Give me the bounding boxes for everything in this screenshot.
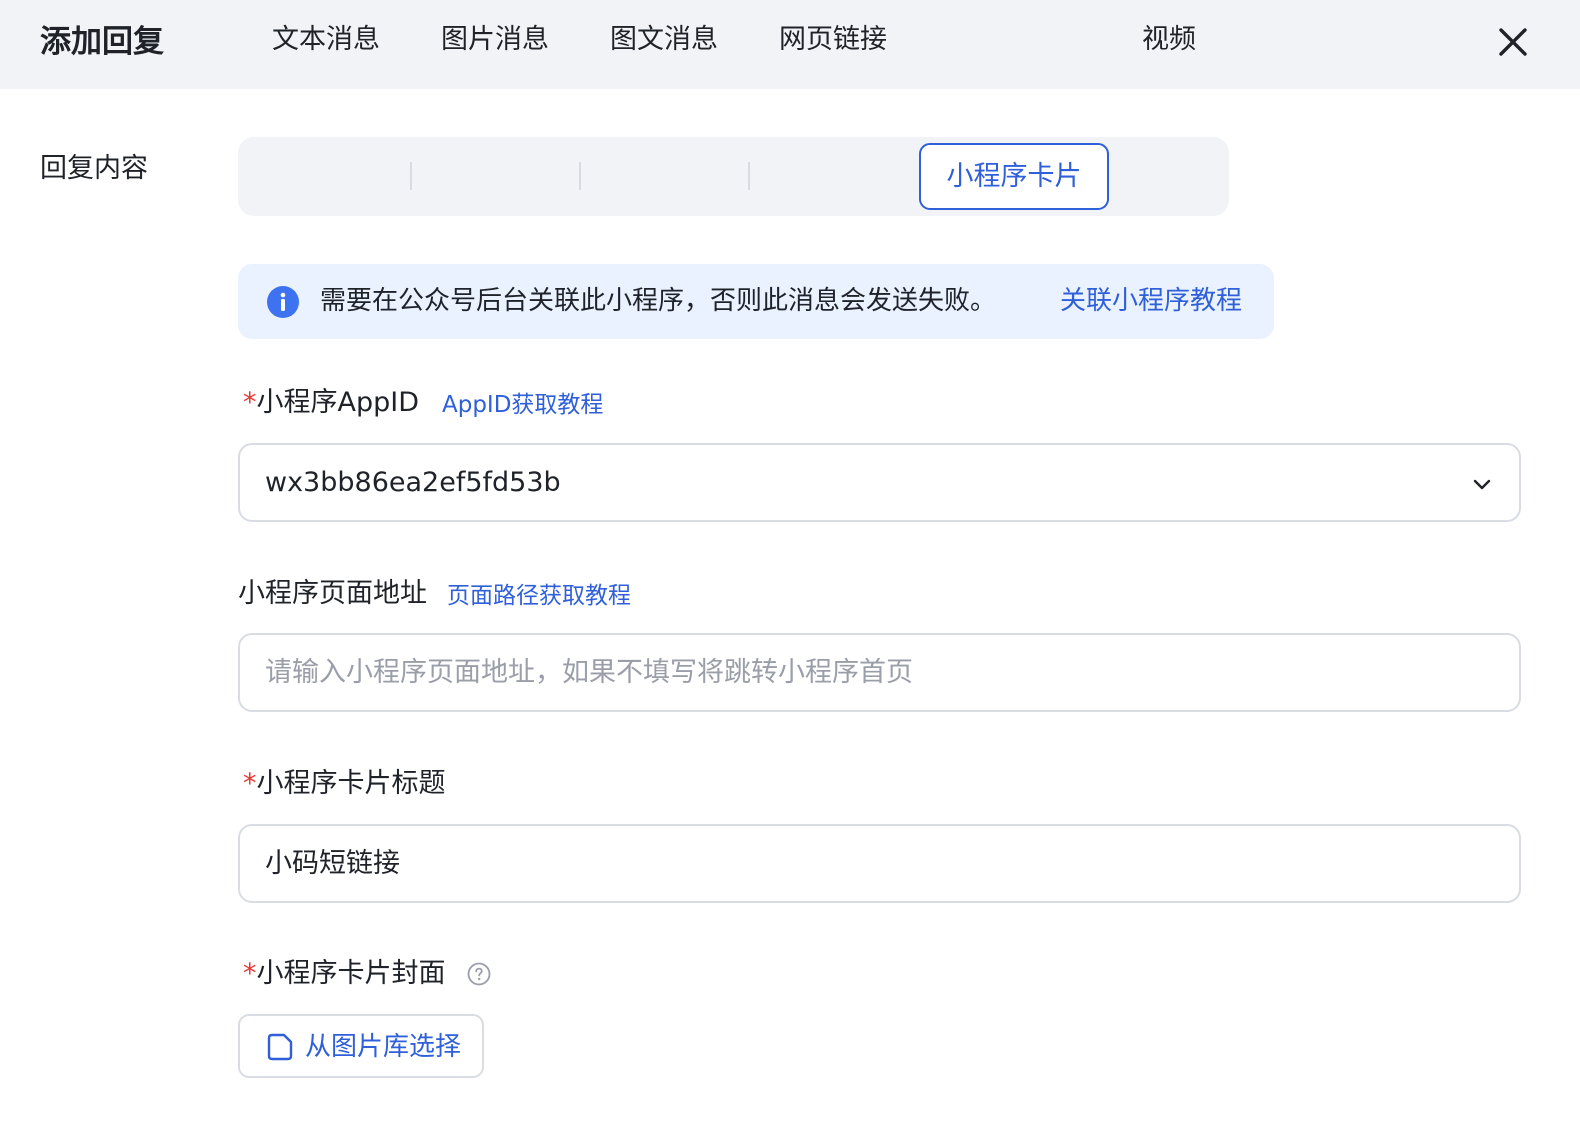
reply-content-label: 回复内容	[40, 153, 148, 184]
required-mark: *	[243, 768, 257, 799]
required-mark: *	[243, 387, 257, 418]
appid-select[interactable]: wx3bb86ea2ef5fd53b	[238, 443, 1521, 522]
card-title-input[interactable]: 小码短链接	[238, 824, 1521, 903]
card-title-label: *小程序卡片标题	[243, 765, 446, 803]
dialog-title: 添加回复	[40, 24, 164, 60]
mini-program-tutorial-link[interactable]: 关联小程序教程	[1060, 282, 1242, 320]
card-title-label-text: 小程序卡片标题	[256, 768, 446, 799]
tab-mini-program-card[interactable]: 小程序卡片	[919, 143, 1109, 210]
tab-divider	[748, 162, 750, 190]
page-path-input[interactable]: 请输入小程序页面地址，如果不填写将跳转小程序首页	[238, 633, 1521, 712]
chevron-down-icon	[1471, 473, 1493, 495]
info-icon	[266, 285, 300, 319]
tab-text-message[interactable]: 文本消息	[254, 6, 398, 73]
tab-video[interactable]: 视频	[1122, 6, 1216, 73]
appid-label-text: 小程序AppID	[256, 387, 420, 418]
notice-text: 需要在公众号后台关联此小程序，否则此消息会发送失败。	[320, 286, 997, 316]
tab-divider	[579, 162, 581, 190]
page-path-placeholder: 请输入小程序页面地址，如果不填写将跳转小程序首页	[265, 657, 913, 688]
tab-article-message[interactable]: 图文消息	[592, 6, 736, 73]
card-cover-label-text: 小程序卡片封面	[256, 958, 446, 989]
select-from-library-label: 从图片库选择	[305, 1032, 462, 1062]
page-path-tutorial-link[interactable]: 页面路径获取教程	[447, 577, 631, 615]
image-library-icon	[265, 1032, 295, 1062]
tab-divider	[410, 162, 412, 190]
question-circle-icon[interactable]	[467, 962, 491, 986]
card-cover-label: *小程序卡片封面	[243, 955, 446, 993]
page-path-label: 小程序页面地址	[238, 578, 427, 609]
select-from-library-button[interactable]: 从图片库选择	[238, 1014, 484, 1078]
notice-banner: 需要在公众号后台关联此小程序，否则此消息会发送失败。 关联小程序教程	[238, 264, 1274, 339]
appid-select-value: wx3bb86ea2ef5fd53b	[265, 467, 561, 498]
tab-image-message[interactable]: 图片消息	[423, 6, 567, 73]
required-mark: *	[243, 958, 257, 989]
card-title-value: 小码短链接	[265, 848, 400, 879]
tab-web-link[interactable]: 网页链接	[761, 6, 905, 73]
appid-label: *小程序AppID	[243, 384, 419, 422]
close-icon[interactable]	[1494, 23, 1532, 61]
appid-tutorial-link[interactable]: AppID获取教程	[442, 386, 603, 424]
